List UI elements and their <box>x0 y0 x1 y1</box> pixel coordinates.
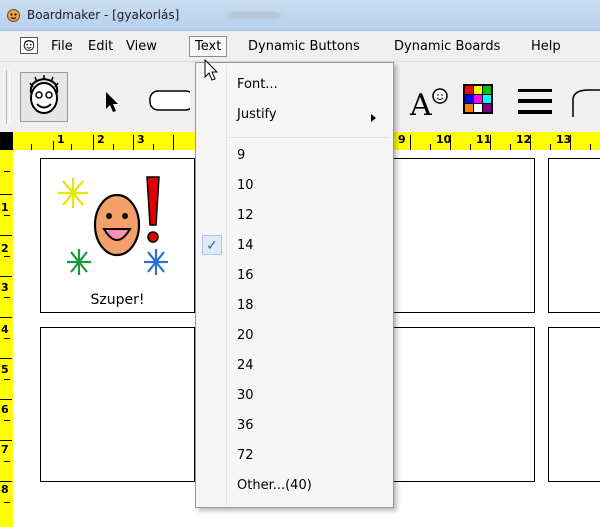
menu-item-size-36[interactable]: 36 <box>237 416 254 436</box>
window-title: Boardmaker - [gyakorlás] <box>27 8 180 22</box>
menu-item-size-14[interactable]: 14 <box>237 236 254 256</box>
menu-item-size-16[interactable]: 16 <box>237 266 254 286</box>
cell-label: Szuper! <box>90 292 145 308</box>
ruler-h-label: 13 <box>556 133 572 146</box>
menu-item-size-12[interactable]: 12 <box>237 206 254 226</box>
ruler-v-label: 7 <box>1 443 9 456</box>
menu-item-size-20[interactable]: 20 <box>237 326 254 346</box>
board-cell[interactable] <box>380 158 535 313</box>
pointer-arrow-icon <box>106 92 118 112</box>
document-system-menu-icon[interactable] <box>20 37 38 54</box>
menu-item-size-18[interactable]: 18 <box>237 296 254 316</box>
color-grid-icon <box>463 84 493 114</box>
menu-item-size-9[interactable]: 9 <box>237 146 245 166</box>
egg-face-exclamation-symbol <box>58 176 168 275</box>
ruler-h-label: 3 <box>137 133 145 146</box>
ruler-v-label: 6 <box>1 403 9 416</box>
ruler-v-label: 1 <box>1 201 9 214</box>
svg-text:A: A <box>409 88 432 122</box>
curve-icon <box>572 89 600 117</box>
face-symbol-icon <box>29 75 59 114</box>
menu-item-size-24[interactable]: 24 <box>237 356 254 376</box>
button-tool[interactable] <box>142 72 195 122</box>
board-cell-szuper[interactable]: Szuper! <box>40 158 195 313</box>
menu-item-size-72[interactable]: 72 <box>237 446 254 466</box>
vertical-ruler: 1 2 3 4 5 6 7 8 <box>0 150 14 527</box>
checkmark-icon: ✓ <box>202 235 222 255</box>
ruler-h-label: 12 <box>516 133 532 146</box>
ruler-h-label: 10 <box>436 133 452 146</box>
line-thickness-icon <box>518 89 552 114</box>
line-thickness-button[interactable] <box>513 72 561 122</box>
menu-view[interactable]: View <box>121 37 162 56</box>
menu-item-other-size[interactable]: Other...(40) <box>237 476 312 496</box>
ruler-h-label: 2 <box>97 133 105 146</box>
ruler-h-label: 11 <box>476 133 492 146</box>
toolbar-grip <box>6 70 10 124</box>
ruler-v-label: 3 <box>1 281 9 294</box>
menu-bar: File Edit View Text Dynamic Buttons Dyna… <box>0 31 600 62</box>
boardmaker-app-icon <box>7 9 20 22</box>
ruler-v-label: 2 <box>1 242 9 255</box>
menu-item-justify[interactable]: Justify <box>237 105 277 125</box>
menu-item-size-10[interactable]: 10 <box>237 176 254 196</box>
text-tool-button[interactable]: A <box>404 72 452 123</box>
board-cell[interactable] <box>548 327 600 482</box>
menu-text[interactable]: Text <box>189 36 228 57</box>
menu-dynamic-boards[interactable]: Dynamic Boards <box>389 37 505 56</box>
letter-a-face-icon: A <box>409 88 448 123</box>
ruler-v-label: 4 <box>1 323 9 336</box>
mouse-cursor-icon <box>204 59 219 81</box>
menu-separator <box>229 137 389 138</box>
corner-style-button[interactable] <box>565 72 600 122</box>
rounded-rect-icon <box>149 90 195 111</box>
menu-file[interactable]: File <box>46 37 78 56</box>
menu-help[interactable]: Help <box>526 37 566 56</box>
menu-item-font[interactable]: Font... <box>237 75 278 95</box>
submenu-arrow-icon <box>371 114 376 122</box>
menu-gutter <box>226 65 227 505</box>
board-cell[interactable] <box>40 327 195 482</box>
title-bar: Boardmaker - [gyakorlás] <box>0 0 600 31</box>
ruler-h-label: 1 <box>57 133 65 146</box>
ruler-corner <box>0 132 13 150</box>
ruler-v-label: 5 <box>1 363 9 376</box>
board-cell[interactable] <box>548 158 600 313</box>
redacted-title-part <box>228 12 280 19</box>
ruler-v-label: 8 <box>1 483 9 496</box>
menu-edit[interactable]: Edit <box>83 37 118 56</box>
color-tool-button[interactable] <box>458 72 506 122</box>
board-cell[interactable] <box>380 327 535 482</box>
symbol-finder-button[interactable] <box>20 72 68 122</box>
ruler-h-label: 9 <box>398 133 406 146</box>
menu-item-size-30[interactable]: 30 <box>237 386 254 406</box>
pointer-tool-button[interactable] <box>87 72 135 122</box>
text-menu-dropdown: Font... Justify 9 10 12 ✓ 14 16 18 20 24… <box>195 62 394 508</box>
menu-dynamic-buttons[interactable]: Dynamic Buttons <box>243 37 365 56</box>
